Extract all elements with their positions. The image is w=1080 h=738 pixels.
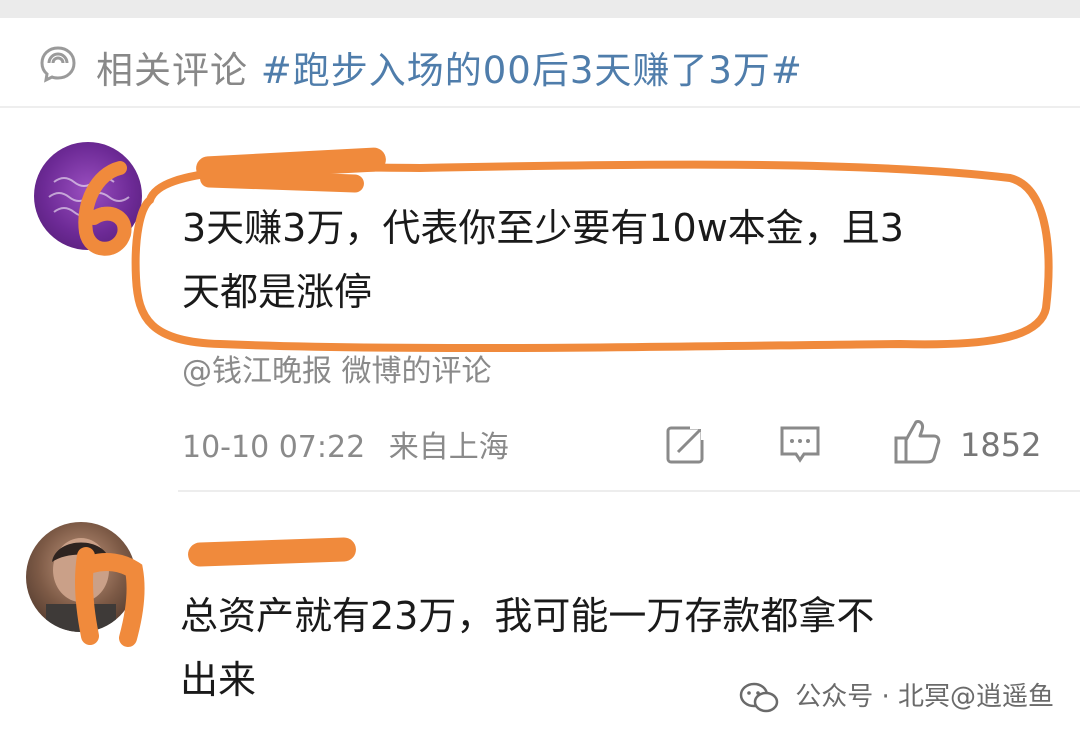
comment-line: 总资产就有23万，我可能一万存款都拿不 (180, 594, 875, 638)
comment-location: 来自上海 (388, 430, 509, 465)
topic-link[interactable]: #跑步入场的00后3天赚了3万# (261, 49, 803, 92)
comment-bubble-icon (40, 46, 76, 83)
wechat-icon (739, 682, 779, 712)
top-strip (0, 0, 1080, 18)
header-title: 相关评论 #跑步入场的00后3天赚了3万# (96, 40, 803, 94)
repost-icon[interactable] (664, 422, 708, 466)
header-label: 相关评论 (96, 49, 248, 92)
comment-meta: 10-10 07:22 来自上海 (182, 422, 509, 466)
redaction-mark (187, 537, 357, 567)
related-comments-header: 相关评论 #跑步入场的00后3天赚了3万# (0, 18, 1080, 108)
redaction-mark (74, 547, 145, 647)
annotation-circle (78, 160, 1053, 353)
like-count: 1852 (960, 426, 1042, 464)
comment-icon[interactable] (778, 422, 822, 466)
watermark-text: 公众号 · 北冥@逍遥鱼 (795, 682, 1054, 712)
comment-item: 3天赚3万，代表你至少要有10w本金，且3 天都是涨停 @钱江晚报 微博的评论 … (0, 108, 1080, 492)
watermark: 公众号 · 北冥@逍遥鱼 (739, 676, 1054, 714)
like-icon[interactable] (892, 416, 942, 466)
comment-source[interactable]: @钱江晚报 微博的评论 (182, 346, 492, 390)
comment-time: 10-10 07:22 (182, 430, 366, 465)
